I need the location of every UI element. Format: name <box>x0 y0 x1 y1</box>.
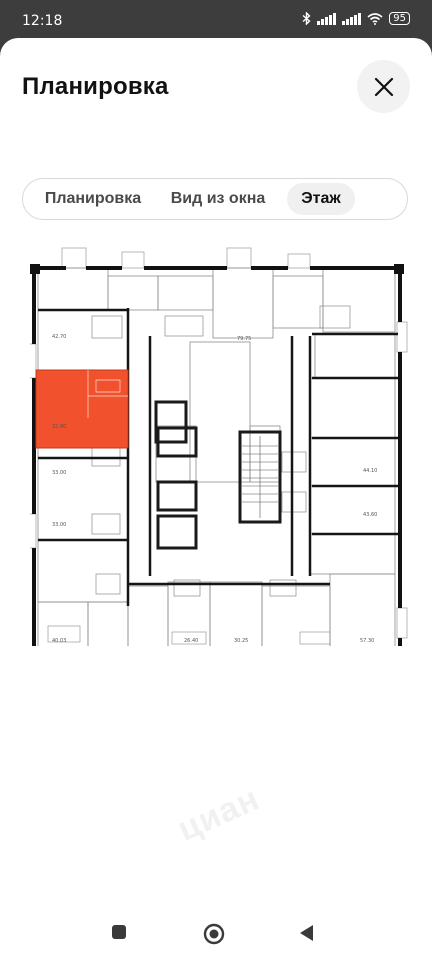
floor-plan: 32.80 42.70 79.75 33.00 33.00 44.10 43.6… <box>30 247 408 646</box>
unit-area-label: 26.40 <box>184 638 198 644</box>
unit-area-label: 33.00 <box>52 522 66 528</box>
bluetooth-icon <box>302 12 311 25</box>
unit-area-label: 44.10 <box>363 468 377 474</box>
status-icons: 95 <box>302 12 410 25</box>
unit-area-label: 42.70 <box>52 334 66 340</box>
back-button[interactable] <box>298 924 314 942</box>
system-nav-bar <box>0 910 432 960</box>
bottom-sheet: Планировка Планировка Вид из окна Этаж 3… <box>0 38 432 960</box>
home-button[interactable] <box>203 923 225 945</box>
unit-area-label: 30.25 <box>234 638 248 644</box>
status-bar: 12:18 95 <box>0 0 432 40</box>
wifi-icon <box>367 12 383 25</box>
recent-apps-button[interactable] <box>111 924 127 940</box>
view-tabs: Планировка Вид из окна Этаж <box>22 178 408 220</box>
unit-area-label: 33.00 <box>52 470 66 476</box>
unit-area-label: 79.75 <box>237 336 251 342</box>
unit-area-label: 57.30 <box>360 638 374 644</box>
selected-apartment[interactable] <box>35 369 129 449</box>
close-icon <box>374 77 393 96</box>
tab-layout[interactable]: Планировка <box>31 183 155 215</box>
tab-window-view[interactable]: Вид из окна <box>163 183 273 215</box>
selected-unit-area: 32.80 <box>52 424 66 430</box>
tab-floor[interactable]: Этаж <box>287 183 355 215</box>
unit-area-label: 40.03 <box>52 638 66 644</box>
unit-area-label: 43.60 <box>363 512 377 518</box>
status-time: 12:18 <box>22 13 63 29</box>
close-button[interactable] <box>357 60 410 113</box>
signal-icon <box>317 12 337 25</box>
watermark-logo: циан <box>172 779 266 849</box>
page-title: Планировка <box>22 73 169 100</box>
battery-indicator: 95 <box>389 12 410 25</box>
signal-icon-2 <box>342 12 362 25</box>
